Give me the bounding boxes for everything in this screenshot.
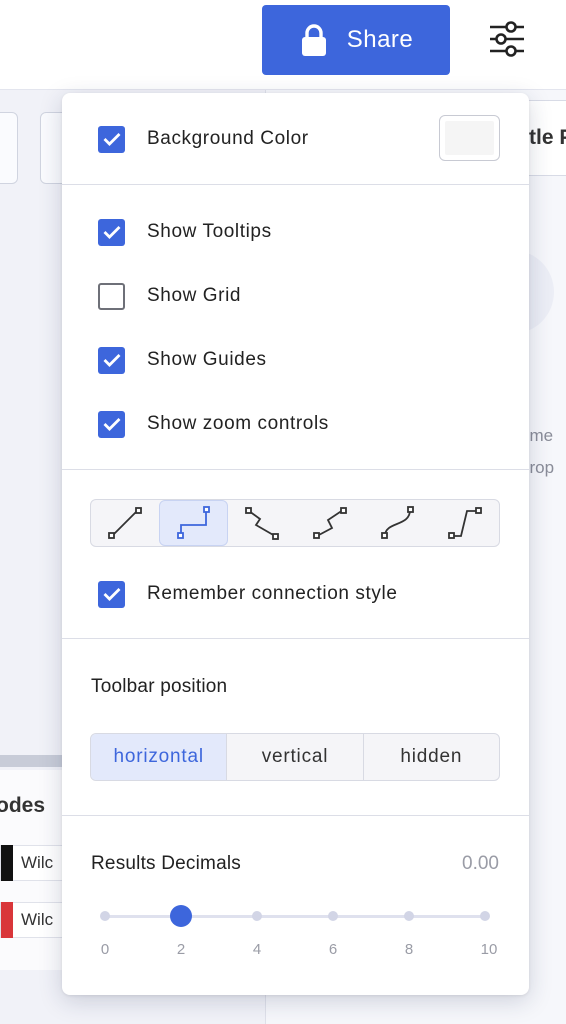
toolbar-horizontal-option[interactable]: horizontal xyxy=(91,734,228,780)
results-decimals-label: Results Decimals xyxy=(91,853,241,874)
lock-icon xyxy=(301,24,326,56)
show-zoom-controls-label: Show zoom controls xyxy=(147,413,329,434)
show-grid-label: Show Grid xyxy=(147,285,242,306)
remember-connection-style-label: Remember connection style xyxy=(147,583,398,604)
divider xyxy=(62,469,529,470)
slider-tick-label: 8 xyxy=(404,941,414,958)
show-guides-toggle[interactable]: Show Guides xyxy=(98,345,267,375)
background-card xyxy=(0,112,18,184)
toolbar-position-selector: horizontal vertical hidden xyxy=(90,733,500,781)
checkbox-unchecked[interactable] xyxy=(98,282,125,310)
background-color-label: Background Color xyxy=(147,128,309,149)
decimals-slider-thumb[interactable] xyxy=(170,905,192,927)
show-guides-label: Show Guides xyxy=(147,349,267,370)
straight-connector-icon[interactable] xyxy=(91,500,159,546)
slider-tick-label: 2 xyxy=(176,941,186,958)
checkbox-checked[interactable] xyxy=(98,125,125,153)
toolbar-hidden-option[interactable]: hidden xyxy=(364,734,499,780)
divider xyxy=(62,638,529,639)
top-bar: Share xyxy=(0,0,566,90)
divider xyxy=(62,184,529,185)
decimals-slider-track[interactable] xyxy=(105,915,485,918)
node-list-item[interactable]: Wilc xyxy=(0,845,70,881)
s-curve-connector-icon[interactable] xyxy=(431,500,499,546)
slider-step-dot[interactable] xyxy=(480,911,490,921)
connection-style-selector xyxy=(90,499,500,547)
node-icon xyxy=(1,902,13,938)
remember-connection-style-toggle[interactable]: Remember connection style xyxy=(98,579,398,609)
node-icon xyxy=(1,845,13,881)
checkbox-checked[interactable] xyxy=(98,410,125,438)
slider-tick-label: 10 xyxy=(480,941,498,958)
slider-tick-label: 4 xyxy=(252,941,262,958)
toolbar-position-label: Toolbar position xyxy=(91,676,228,697)
orthogonal-connector-icon[interactable] xyxy=(158,500,229,546)
show-tooltips-label: Show Tooltips xyxy=(147,221,272,242)
background-divider xyxy=(0,755,70,767)
results-decimals-value: 0.00 xyxy=(462,853,499,874)
slider-step-dot[interactable] xyxy=(100,911,110,921)
slider-step-dot[interactable] xyxy=(252,911,262,921)
slider-tick-label: 0 xyxy=(100,941,110,958)
slider-step-dot[interactable] xyxy=(328,911,338,921)
show-zoom-controls-toggle[interactable]: Show zoom controls xyxy=(98,409,329,439)
share-label: Share xyxy=(346,26,414,53)
step-connector-icon[interactable] xyxy=(296,500,364,546)
slider-step-dot[interactable] xyxy=(404,911,414,921)
settings-sliders-icon[interactable] xyxy=(484,16,530,62)
checkbox-checked[interactable] xyxy=(98,580,125,608)
checkbox-checked[interactable] xyxy=(98,346,125,374)
share-button[interactable]: Share xyxy=(262,5,450,75)
color-swatch-fill xyxy=(445,121,494,155)
show-tooltips-toggle[interactable]: Show Tooltips xyxy=(98,217,272,247)
show-grid-toggle[interactable]: Show Grid xyxy=(98,281,241,311)
background-color-toggle[interactable]: Background Color xyxy=(98,124,309,154)
toolbar-vertical-option[interactable]: vertical xyxy=(227,734,364,780)
background-color-swatch[interactable] xyxy=(439,115,500,161)
checkbox-checked[interactable] xyxy=(98,218,125,246)
node-list-item[interactable]: Wilc xyxy=(0,902,70,938)
divider xyxy=(62,815,529,816)
slider-tick-label: 6 xyxy=(328,941,338,958)
nodes-panel-title: odes xyxy=(0,794,46,817)
curved-connector-icon[interactable] xyxy=(364,500,432,546)
zigzag-connector-icon[interactable] xyxy=(228,500,296,546)
settings-popup: Background Color Show Tooltips Show Grid… xyxy=(62,93,529,995)
